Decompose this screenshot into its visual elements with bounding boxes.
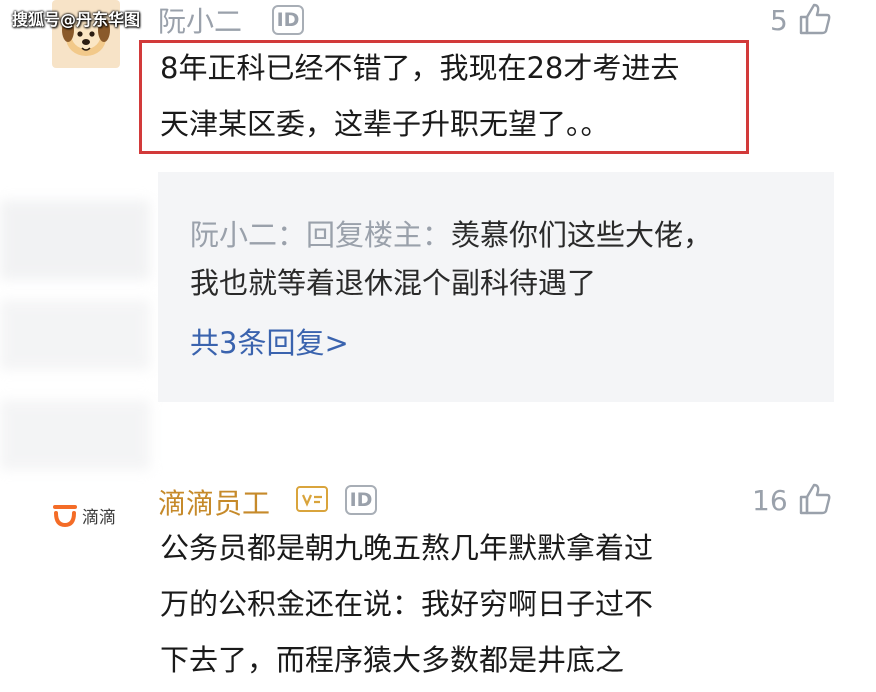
thumbs-up-icon[interactable] — [798, 2, 832, 36]
like-count: 16 — [752, 484, 788, 517]
comment-text-line: 万的公积金还在说：我好穷啊日子过不 — [160, 587, 654, 621]
id-badge: ID — [345, 485, 377, 515]
blurred-background — [0, 200, 150, 280]
didi-logo: 滴滴 — [52, 500, 128, 530]
reply-text: 我也就等着退休混个副科待遇了 — [190, 266, 597, 300]
comment-text-line: 天津某区委，这辈子升职无望了。。 — [160, 107, 610, 141]
blurred-background — [0, 300, 150, 370]
like-count: 5 — [770, 4, 788, 37]
comment-text-line: 下去了，而程序猿大多数都是井底之 — [160, 643, 625, 677]
brand-name: 滴滴 — [82, 508, 116, 528]
reply-author[interactable]: 阮小二：回复楼主： — [190, 218, 451, 252]
id-badge: ID — [272, 5, 304, 35]
vip-badge-icon — [296, 486, 328, 512]
reply-first-line: 阮小二：回复楼主：羡慕你们这些大佬， — [190, 208, 712, 262]
comment-text-line: 8年正科已经不错了，我现在28才考进去 — [160, 51, 680, 85]
comment-text-line: 公务员都是朝九晚五熬几年默默拿着过 — [160, 531, 654, 565]
didi-logo-icon — [53, 505, 77, 527]
comment-username[interactable]: 阮小二 — [158, 0, 242, 40]
reply-text: 羡慕你们这些大佬， — [451, 218, 713, 252]
watermark: 搜狐号@丹东华图 — [12, 10, 141, 29]
reply-preview[interactable]: 阮小二：回复楼主：羡慕你们这些大佬， 我也就等着退休混个副科待遇了 共3条回复> — [158, 172, 834, 402]
thumbs-up-icon[interactable] — [798, 482, 832, 516]
view-replies-link[interactable]: 共3条回复> — [190, 320, 349, 362]
blurred-background — [0, 400, 150, 470]
